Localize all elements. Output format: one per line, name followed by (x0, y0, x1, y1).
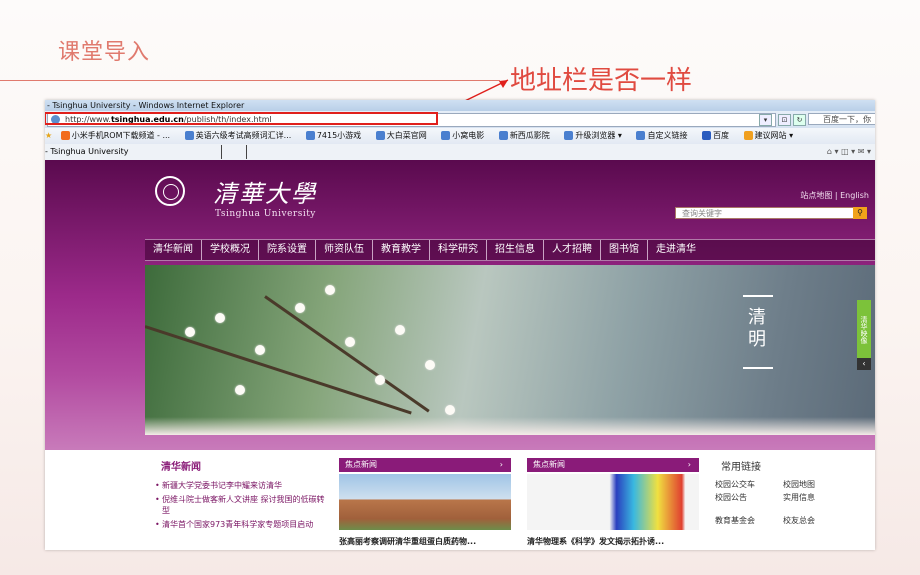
content-section: 清华新闻 新疆大学党委书记李中耀来访清华 倪维斗院士做客新人文讲座 探讨我国的低… (45, 450, 875, 550)
branch (264, 295, 430, 413)
command-bar[interactable]: ⌂ ▾ ◫ ▾ ✉ ▾ (827, 144, 871, 160)
blossom (395, 325, 405, 335)
suggest-icon (743, 131, 753, 140)
nav-item[interactable]: 院系设置 (259, 240, 316, 260)
favorite-item[interactable]: 英语六级考试高频词汇详... (184, 131, 298, 140)
nav-item[interactable]: 招生信息 (487, 240, 544, 260)
blossom (255, 345, 265, 355)
ie-icon (441, 131, 451, 140)
tsinghua-page: 清華大學 Tsinghua University 站点地图 | English … (45, 160, 875, 550)
banner-text: 清明 (748, 307, 766, 350)
link-item[interactable]: 校园地图 (783, 478, 851, 491)
favorite-item[interactable]: 7415小游戏 (305, 131, 367, 140)
blossom (375, 375, 385, 385)
baidu-icon (702, 131, 712, 140)
blossom (325, 285, 335, 295)
link-item[interactable]: 校园公告 (715, 491, 783, 504)
links-list: 校园公交车 校园地图 校园公告 实用信息 教育基金会 校友总会 (715, 478, 875, 527)
nav-item[interactable]: 教育教学 (373, 240, 430, 260)
favorites-bar: ★ 小米手机ROM下载频道 - ... 英语六级考试高频词汇详... 7415小… (45, 128, 875, 144)
side-tab[interactable]: 清华映像 (857, 300, 871, 360)
favorite-item[interactable]: 百度 (702, 131, 735, 140)
title-underline (0, 80, 500, 81)
favorites-star-icon[interactable]: ★ (45, 131, 52, 140)
focus-news-image[interactable] (339, 474, 511, 530)
news-title[interactable]: 清华新闻 (161, 458, 201, 473)
ie-icon (564, 131, 574, 140)
blossom (345, 337, 355, 347)
compat-icon[interactable]: ⊡ (778, 114, 791, 126)
mi-icon (60, 131, 70, 140)
ie-icon (305, 131, 315, 140)
ie-icon (636, 131, 646, 140)
chevron-left-icon[interactable]: ‹ (857, 358, 871, 370)
nav-item[interactable]: 清华新闻 (145, 240, 202, 260)
blossom (215, 313, 225, 323)
link-item[interactable]: 实用信息 (783, 491, 851, 504)
slide-title: 课堂导入 (58, 40, 151, 65)
address-bar: http://www.tsinghua.edu.cn/publish/th/in… (45, 111, 875, 128)
address-highlight-box (45, 112, 438, 125)
refresh-icon[interactable]: ↻ (793, 114, 806, 126)
dropdown-icon[interactable]: ▾ (759, 114, 772, 126)
blossom (445, 405, 455, 415)
ie-icon (498, 131, 508, 140)
tsinghua-seal-icon[interactable] (155, 176, 185, 206)
list-item[interactable]: 清华首个国家973青年科学家专题项目启动 (155, 519, 325, 530)
callout-text: 地址栏是否一样 (510, 66, 693, 96)
main-nav: 清华新闻 学校概况 院系设置 师资队伍 教育教学 科学研究 招生信息 人才招聘 图书馆 走进清华 (145, 239, 875, 261)
nav-item[interactable]: 图书馆 (601, 240, 648, 260)
links-title: 常用链接 (721, 462, 761, 473)
banner-image[interactable]: 清明 (145, 265, 875, 435)
focus-news-image[interactable] (527, 474, 699, 530)
favorite-item[interactable]: 自定义链接 (636, 131, 693, 140)
nav-item[interactable]: 科学研究 (430, 240, 487, 260)
ie-icon (184, 131, 194, 140)
favorite-item[interactable]: 小米手机ROM下载频道 - ... (60, 131, 176, 140)
tab-separator (246, 145, 247, 159)
site-logo-en: Tsinghua University (215, 209, 316, 219)
list-item[interactable]: 新疆大学党委书记李中耀来访清华 (155, 480, 325, 491)
blossom (235, 385, 245, 395)
tab-bar: - Tsinghua University ⌂ ▾ ◫ ▾ ✉ ▾ (45, 144, 875, 161)
favorite-item[interactable]: 小窝电影 (441, 131, 490, 140)
ie-icon (375, 131, 385, 140)
tab-separator (221, 145, 222, 159)
nav-item[interactable]: 学校概况 (202, 240, 259, 260)
favorite-item[interactable]: 大白菜官网 (375, 131, 433, 140)
nav-item[interactable]: 走进清华 (648, 240, 704, 260)
blossom (295, 303, 305, 313)
window-titlebar: - Tsinghua University - Windows Internet… (45, 100, 875, 111)
tab-active[interactable]: - Tsinghua University (45, 147, 128, 156)
favorite-item[interactable]: 建议网站 ▾ (743, 131, 800, 140)
favorite-item[interactable]: 升级浏览器 ▾ (564, 131, 628, 140)
search-icon[interactable]: ⚲ (853, 207, 867, 219)
site-search-input[interactable]: 查询关键字 (675, 207, 855, 219)
search-input[interactable]: 百度一下，你 (808, 113, 875, 125)
site-header: 清華大學 Tsinghua University 站点地图 | English … (45, 160, 875, 232)
focus-news-header[interactable]: 焦点新闻 › (527, 458, 699, 472)
favorite-item[interactable]: 新西瓜影院 (498, 131, 556, 140)
top-links[interactable]: 站点地图 | English (800, 190, 869, 201)
news-list: 新疆大学党委书记李中耀来访清华 倪维斗院士做客新人文讲座 探讨我国的低碳转型 清… (155, 480, 325, 533)
nav-item[interactable]: 师资队伍 (316, 240, 373, 260)
browser-screenshot: - Tsinghua University - Windows Internet… (45, 100, 875, 550)
focus-news-caption[interactable]: 张高丽考察调研清华重组蛋白质药物... (339, 536, 476, 547)
focus-news-header[interactable]: 焦点新闻 › (339, 458, 511, 472)
link-item[interactable]: 教育基金会 (715, 514, 783, 527)
link-item[interactable]: 校园公交车 (715, 478, 783, 491)
blossom (185, 327, 195, 337)
focus-news-caption[interactable]: 清华物理系《科学》发文揭示拓扑诱... (527, 536, 664, 547)
blossom (425, 360, 435, 370)
site-logo[interactable]: 清華大學 (213, 174, 317, 209)
nav-item[interactable]: 人才招聘 (544, 240, 601, 260)
link-item[interactable]: 校友总会 (783, 514, 851, 527)
list-item[interactable]: 倪维斗院士做客新人文讲座 探讨我国的低碳转型 (155, 494, 325, 516)
